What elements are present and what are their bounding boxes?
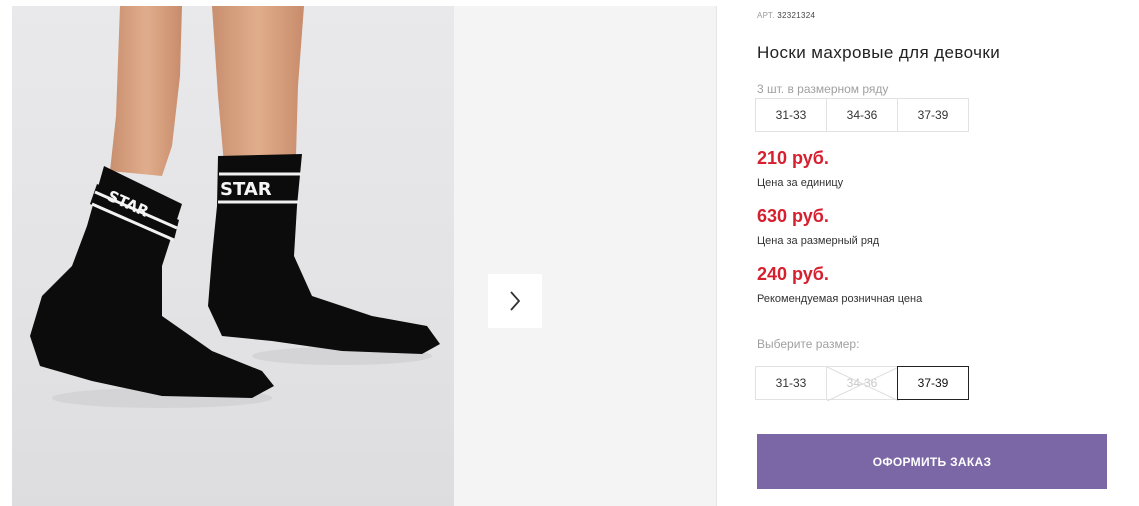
chevron-right-icon bbox=[510, 291, 521, 311]
unavailable-cross-icon bbox=[827, 367, 899, 401]
product-title: Носки махровые для девочки bbox=[757, 43, 1001, 62]
size-option-34-36: 34-36 bbox=[826, 366, 899, 401]
product-gallery: STAR STAR bbox=[12, 6, 717, 506]
place-order-button[interactable]: ОФОРМИТЬ ЗАКАЗ bbox=[757, 434, 1107, 489]
size-range-item: 34-36 bbox=[826, 98, 898, 132]
next-image-button[interactable] bbox=[488, 274, 542, 328]
article-number: АРТ. 32321324 bbox=[757, 11, 815, 20]
size-range-item: 31-33 bbox=[755, 98, 827, 132]
choose-size-label: Выберите размер: bbox=[757, 337, 860, 351]
product-photo: STAR STAR bbox=[12, 6, 454, 506]
price-unit-note: Цена за единицу bbox=[757, 177, 844, 189]
size-range-item: 37-39 bbox=[897, 98, 969, 132]
price-size-range: 630 руб. bbox=[757, 206, 829, 226]
price-unit: 210 руб. bbox=[757, 148, 829, 168]
size-option-37-39[interactable]: 37-39 bbox=[897, 366, 969, 400]
article-value: 32321324 bbox=[777, 11, 816, 20]
photo-side-area bbox=[454, 6, 717, 506]
size-range-list: 31-33 34-36 37-39 bbox=[755, 98, 969, 132]
size-range-label: 3 шт. в размерном ряду bbox=[757, 82, 889, 96]
sock-print-right: STAR bbox=[220, 179, 272, 200]
socks-illustration: STAR STAR bbox=[30, 6, 440, 408]
article-label: АРТ. bbox=[757, 11, 775, 20]
price-retail-note: Рекомендуемая розничная цена bbox=[757, 293, 923, 305]
price-retail: 240 руб. bbox=[757, 264, 829, 284]
size-selector: 31-33 34-36 37-39 bbox=[755, 366, 969, 401]
price-size-range-note: Цена за размерный ряд bbox=[757, 235, 880, 247]
size-option-31-33[interactable]: 31-33 bbox=[755, 366, 827, 400]
size-option-label: 31-33 bbox=[775, 376, 807, 390]
size-option-label: 37-39 bbox=[917, 376, 949, 390]
